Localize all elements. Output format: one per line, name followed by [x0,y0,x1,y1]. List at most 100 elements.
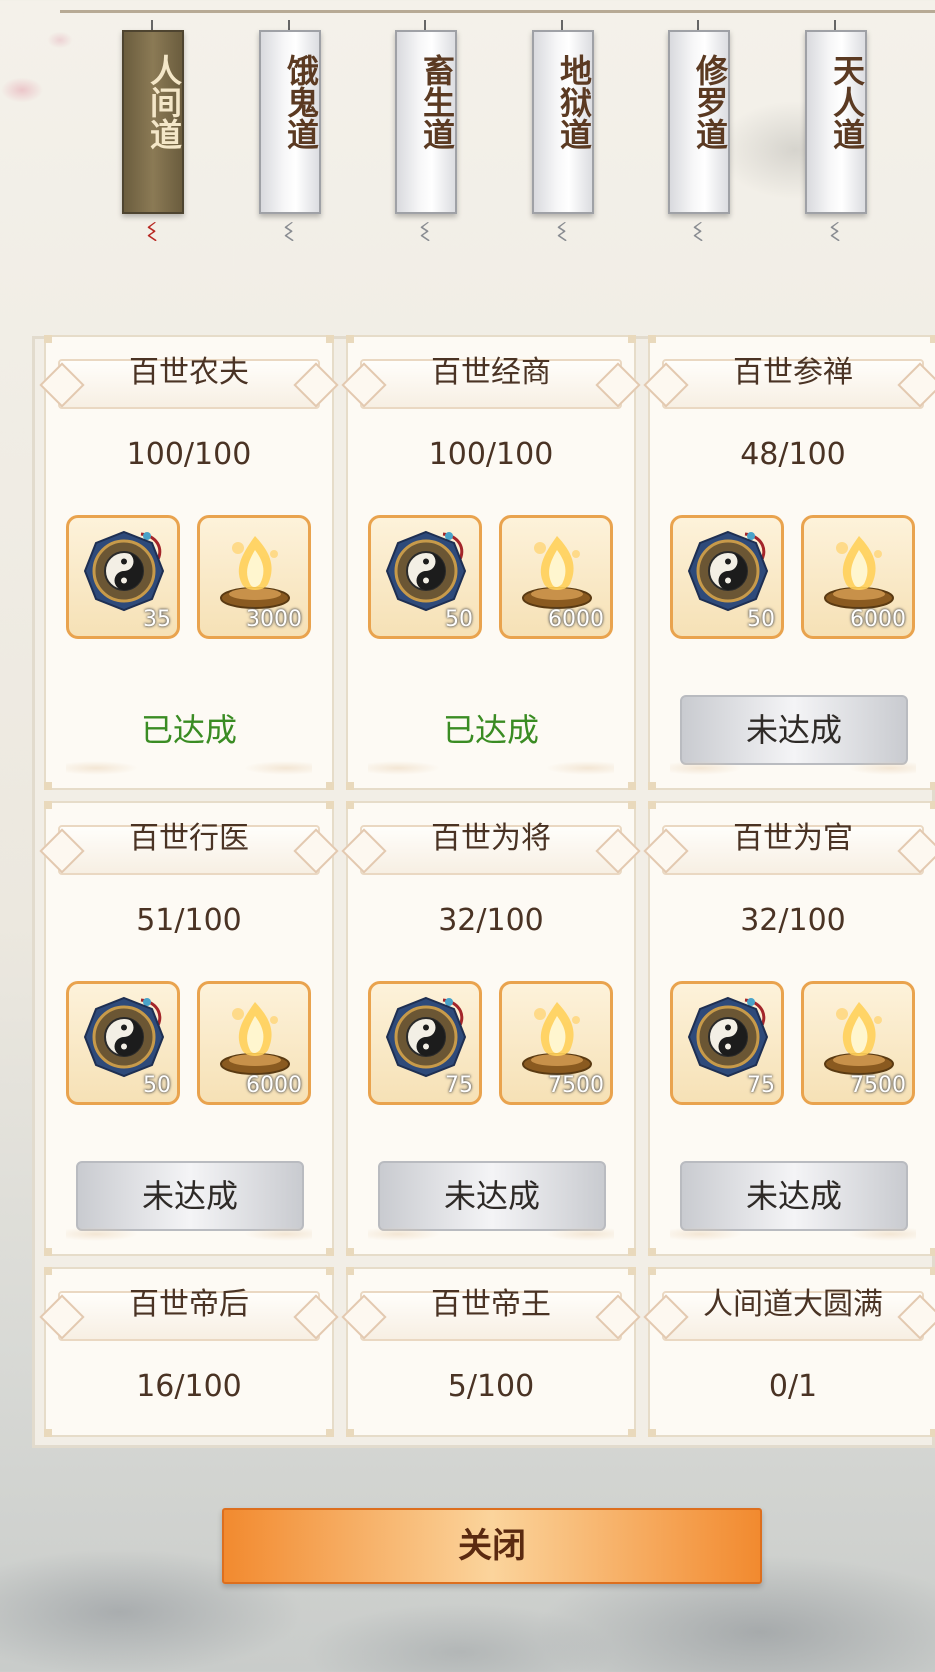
tassel-icon: ଽ [556,214,568,249]
tab-scroll: 饿鬼道 [259,30,321,214]
bagua-compass-icon [683,526,773,616]
tab-scroll: 天人道 [805,30,867,214]
tab-label: 饿鬼道 [282,54,320,150]
reward-quantity: 7500 [548,1073,604,1098]
tab-2[interactable]: 畜生道 ଽ [395,20,457,250]
reward-item[interactable]: 75 [670,981,784,1105]
tab-3[interactable]: 地狱道 ଽ [532,20,594,250]
card-corner [326,335,334,343]
tab-4[interactable]: 修罗道 ଽ [668,20,730,250]
card-corner [326,782,334,790]
card-corner [346,782,354,790]
tab-5[interactable]: 天人道 ଽ [805,20,867,250]
status-not-achieved-button[interactable]: 未达成 [680,1161,908,1231]
reward-item[interactable]: 6000 [197,981,311,1105]
card-title: 百世帝王 [431,1287,551,1322]
close-button[interactable]: 关闭 [222,1508,762,1584]
status-not-achieved-button[interactable]: 未达成 [680,695,908,765]
reward-item[interactable]: 7500 [499,981,613,1105]
tab-0[interactable]: 人间道 ଽ [122,20,184,250]
achievement-card: 人间道大圆满 0/1 [648,1267,935,1437]
bagua-compass-icon [79,992,169,1082]
reward-item[interactable]: 6000 [499,515,613,639]
card-title: 百世农夫 [129,355,249,390]
card-cloud-decoration [368,756,614,778]
tab-label: 天人道 [828,54,866,150]
reward-item[interactable]: 6000 [801,515,915,639]
card-corner [628,1267,636,1275]
golden-flame-icon [814,526,904,616]
card-corner [326,1267,334,1275]
card-corner [628,801,636,809]
card-cloud-decoration [670,756,916,778]
card-corner [648,1267,656,1275]
reward-quantity: 6000 [850,607,906,632]
golden-flame-icon [814,992,904,1082]
achievement-card: 百世为官 32/100 75 7500 未达成 [648,801,935,1256]
card-title: 百世行医 [129,821,249,856]
card-corner [326,1429,334,1437]
reward-quantity: 6000 [548,607,604,632]
tassel-icon: ଽ [419,214,431,249]
status-not-achieved-button[interactable]: 未达成 [76,1161,304,1231]
card-corner [648,782,656,790]
card-corner [346,1267,354,1275]
bagua-compass-icon [683,992,773,1082]
tassel-icon: ଽ [692,214,704,249]
reward-item[interactable]: 3000 [197,515,311,639]
bagua-compass-icon [381,992,471,1082]
golden-flame-icon [512,992,602,1082]
card-progress: 51/100 [136,903,242,938]
bagua-compass-icon [79,526,169,616]
reward-item[interactable]: 50 [368,515,482,639]
card-cloud-decoration [66,756,312,778]
card-corner [930,1267,935,1275]
tab-scroll: 人间道 [122,30,184,214]
tab-label: 地狱道 [555,54,593,150]
golden-flame-icon [512,526,602,616]
reward-quantity: 3000 [246,607,302,632]
card-title: 百世经商 [431,355,551,390]
reward-item[interactable]: 50 [66,981,180,1105]
achievement-card: 百世帝王 5/100 [346,1267,636,1437]
card-corner [346,1248,354,1256]
card-corner [346,335,354,343]
tassel-icon: ଽ [283,214,295,249]
golden-flame-icon [210,992,300,1082]
reward-item[interactable]: 50 [670,515,784,639]
achievement-card: 百世农夫 100/100 35 3000 已达成 [44,335,334,790]
reward-quantity: 50 [747,607,775,632]
tab-scroll: 畜生道 [395,30,457,214]
reward-quantity: 75 [445,1073,473,1098]
golden-flame-icon [210,526,300,616]
tassel-icon: ଽ [829,214,841,249]
tab-scroll: 地狱道 [532,30,594,214]
tassel-icon: ଽ [146,214,158,249]
card-corner [648,1248,656,1256]
tab-label: 修罗道 [691,54,729,150]
card-title: 百世帝后 [129,1287,249,1322]
card-corner [930,782,935,790]
reward-quantity: 7500 [850,1073,906,1098]
card-corner [44,1429,52,1437]
reward-item[interactable]: 35 [66,515,180,639]
reward-quantity: 50 [445,607,473,632]
card-progress: 0/1 [768,1369,818,1404]
card-corner [44,782,52,790]
reward-quantity: 35 [143,607,171,632]
reward-item[interactable]: 75 [368,981,482,1105]
tab-1[interactable]: 饿鬼道 ଽ [259,20,321,250]
card-cloud-decoration [368,1222,614,1244]
reward-quantity: 6000 [246,1073,302,1098]
status-not-achieved-button[interactable]: 未达成 [378,1161,606,1231]
reward-item[interactable]: 7500 [801,981,915,1105]
card-title: 人间道大圆满 [703,1287,883,1322]
bagua-compass-icon [381,526,471,616]
card-corner [628,1248,636,1256]
card-title: 百世为官 [733,821,853,856]
card-title: 百世为将 [431,821,551,856]
card-progress: 100/100 [126,437,252,472]
card-corner [44,335,52,343]
card-corner [930,1429,935,1437]
card-corner [648,1429,656,1437]
